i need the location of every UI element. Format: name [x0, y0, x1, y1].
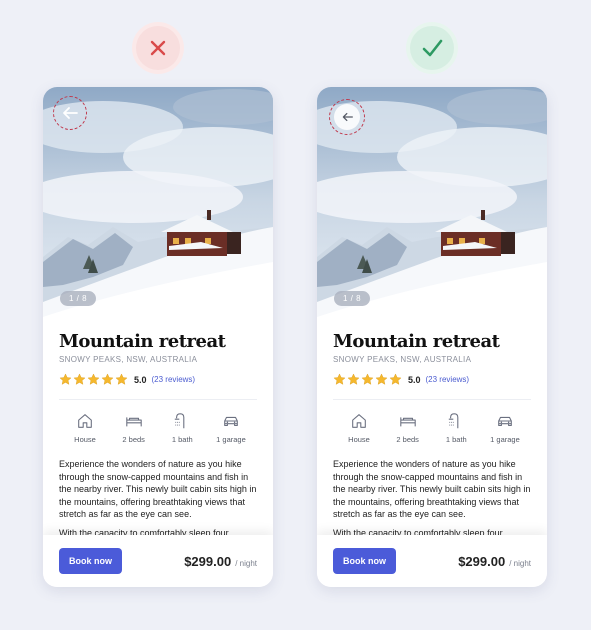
feature-label: 2 beds	[396, 435, 419, 444]
feature-label: 2 beds	[122, 435, 145, 444]
cross-icon	[150, 40, 166, 56]
rating-row: 5.0 (23 reviews)	[59, 373, 257, 386]
listing-description: Experience the wonders of nature as you …	[333, 459, 531, 519]
feature-garage: 1 garage	[207, 412, 255, 444]
feature-label: House	[348, 435, 370, 444]
listing-card-incorrect: 1 / 8 Mountain retreat SNOWY PEAKS, NSW,…	[43, 87, 273, 587]
star-icon	[101, 373, 114, 385]
star-icon	[389, 373, 402, 385]
correct-marker	[410, 26, 454, 70]
feature-label: 1 bath	[171, 435, 193, 444]
listing-title: Mountain retreat	[333, 331, 500, 352]
features-row: House 2 beds 1 bath 1 garage	[59, 412, 257, 444]
listing-card-correct: 1 / 8 Mountain retreat SNOWY PEAKS, NSW,…	[317, 87, 547, 587]
price-amount: $299.00	[184, 553, 232, 569]
arrow-left-icon	[63, 107, 78, 119]
feature-label: House	[74, 435, 96, 444]
star-icon	[115, 373, 128, 385]
divider	[333, 399, 531, 400]
back-button[interactable]	[53, 96, 87, 130]
star-icon	[361, 373, 374, 385]
feature-house: House	[335, 412, 383, 444]
listing-description: Experience the wonders of nature as you …	[59, 459, 257, 519]
star-icon	[333, 373, 346, 385]
hero-image: 1 / 8	[317, 87, 547, 317]
car-icon	[224, 416, 238, 427]
feature-label: 1 garage	[490, 435, 520, 444]
star-icon	[375, 373, 388, 385]
shower-icon	[449, 413, 459, 429]
feature-bath: 1 bath	[432, 412, 480, 444]
house-icon	[352, 414, 366, 428]
incorrect-marker	[136, 26, 180, 70]
price-unit: / night	[509, 558, 531, 568]
bed-icon	[125, 417, 142, 427]
rating-score: 5.0	[408, 374, 421, 385]
rating-row: 5.0 (23 reviews)	[333, 373, 531, 386]
rating-score: 5.0	[134, 374, 147, 385]
reviews-link[interactable]: (23 reviews)	[426, 375, 470, 384]
star-icon	[347, 373, 360, 385]
book-now-button[interactable]: Book now	[59, 548, 122, 574]
feature-label: 1 garage	[216, 435, 246, 444]
listing-location: SNOWY PEAKS, NSW, AUSTRALIA	[59, 355, 198, 364]
booking-footer: Book now $299.00 / night	[43, 535, 273, 587]
divider	[59, 399, 257, 400]
reviews-link[interactable]: (23 reviews)	[152, 375, 196, 384]
star-icon	[59, 373, 72, 385]
feature-beds: 2 beds	[110, 412, 158, 444]
shower-icon	[175, 413, 185, 429]
feature-garage: 1 garage	[481, 412, 529, 444]
feature-house: House	[61, 412, 109, 444]
listing-title: Mountain retreat	[59, 331, 226, 352]
price-amount: $299.00	[458, 553, 506, 569]
image-counter: 1 / 8	[334, 291, 371, 306]
price-unit: / night	[235, 558, 257, 568]
car-icon	[498, 416, 512, 427]
house-icon	[78, 414, 92, 428]
bed-icon	[399, 417, 416, 427]
arrow-left-icon	[342, 112, 353, 122]
price: $299.00 / night	[184, 554, 257, 569]
back-button-background	[334, 104, 360, 130]
star-icon	[87, 373, 100, 385]
feature-beds: 2 beds	[384, 412, 432, 444]
back-button[interactable]	[329, 99, 365, 135]
listing-location: SNOWY PEAKS, NSW, AUSTRALIA	[333, 355, 472, 364]
book-now-button[interactable]: Book now	[333, 548, 396, 574]
feature-bath: 1 bath	[158, 412, 206, 444]
star-icon	[73, 373, 86, 385]
check-icon	[422, 39, 443, 57]
features-row: House 2 beds 1 bath 1 garage	[333, 412, 531, 444]
price: $299.00 / night	[458, 554, 531, 569]
image-counter: 1 / 8	[60, 291, 97, 306]
hero-image: 1 / 8	[43, 87, 273, 317]
feature-label: 1 bath	[445, 435, 467, 444]
booking-footer: Book now $299.00 / night	[317, 535, 547, 587]
